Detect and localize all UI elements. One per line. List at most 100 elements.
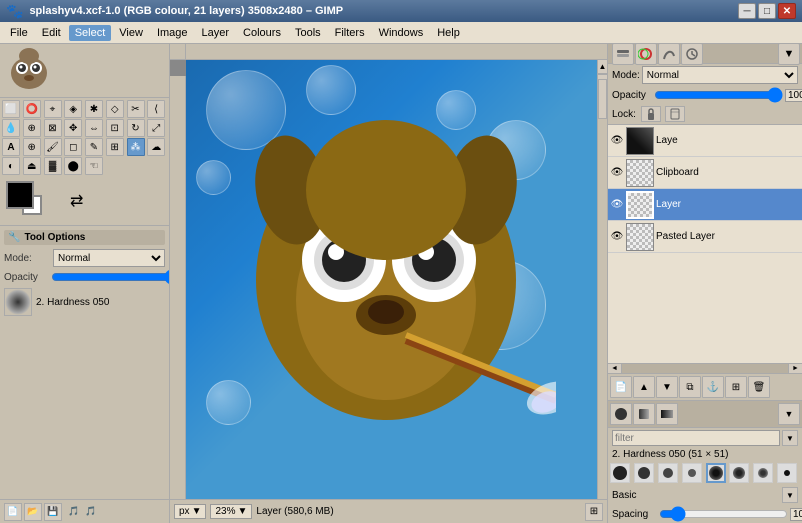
zoom-selector[interactable]: 23% ▼: [210, 504, 252, 519]
opacity-slider[interactable]: [51, 270, 170, 284]
save-image-btn[interactable]: 💾: [44, 503, 62, 521]
minimize-button[interactable]: ─: [738, 3, 756, 19]
brush-panel-icon3[interactable]: [656, 403, 678, 425]
brush-cell-7[interactable]: [753, 463, 773, 483]
layer-eye-pasted[interactable]: 👁: [610, 230, 624, 244]
tool-zoom[interactable]: ⊕: [23, 119, 41, 137]
menu-tools[interactable]: Tools: [289, 25, 327, 41]
layers-opacity-slider[interactable]: [654, 88, 783, 102]
filter-arrow[interactable]: ▼: [782, 430, 798, 446]
layer-eye-1[interactable]: 👁: [610, 134, 624, 148]
tool-scissors[interactable]: ✂: [127, 100, 145, 118]
menu-layer[interactable]: Layer: [196, 25, 236, 41]
tool-rotate[interactable]: ↻: [127, 119, 145, 137]
layers-mode-select[interactable]: Normal Multiply: [642, 66, 798, 84]
layers-scroll-track[interactable]: [622, 364, 788, 373]
lock-pixels-btn[interactable]: [641, 106, 661, 122]
tool-rect-select[interactable]: ⬜: [2, 100, 20, 118]
tool-ellipse-select[interactable]: ⭕: [23, 100, 41, 118]
layers-hscroll[interactable]: ◄ ►: [608, 363, 802, 373]
tool-smudge[interactable]: ☁: [147, 138, 165, 156]
layer-eye-clipboard[interactable]: 👁: [610, 166, 624, 180]
mode-select[interactable]: Normal Multiply Screen: [53, 249, 165, 267]
foreground-color[interactable]: [6, 181, 34, 209]
delete-layer-btn[interactable]: 🗑: [748, 376, 770, 398]
zoom-fit-btn[interactable]: ⊞: [585, 503, 603, 521]
menu-windows[interactable]: Windows: [373, 25, 430, 41]
swap-colors-btn[interactable]: ⇄: [70, 191, 83, 211]
layers-scroll-left[interactable]: ◄: [608, 364, 622, 373]
layer-item-main[interactable]: 👁 Layer: [608, 189, 802, 221]
tool-eraser[interactable]: ◻: [64, 138, 82, 156]
unit-selector[interactable]: px ▼: [174, 504, 206, 519]
lower-layer-btn[interactable]: ▼: [656, 376, 678, 398]
brush-cell-2[interactable]: [634, 463, 654, 483]
brush-filter-input[interactable]: [612, 430, 780, 446]
layers-scroll-right[interactable]: ►: [788, 364, 802, 373]
new-image-btn[interactable]: 📄: [4, 503, 22, 521]
raise-layer-btn[interactable]: ▲: [633, 376, 655, 398]
brush-cell-3[interactable]: [658, 463, 678, 483]
merge-layer-btn[interactable]: ⊞: [725, 376, 747, 398]
anchor-layer-btn[interactable]: ⚓: [702, 376, 724, 398]
panel-menu-btn[interactable]: ▼: [778, 44, 800, 65]
tool-airbrush[interactable]: ⁂: [127, 138, 145, 156]
tool-blend[interactable]: ▓: [44, 157, 62, 175]
maximize-button[interactable]: □: [758, 3, 776, 19]
tag-dropdown[interactable]: ▼: [782, 487, 798, 503]
tool-color-picker[interactable]: 💧: [2, 119, 20, 137]
menu-file[interactable]: File: [4, 25, 34, 41]
menu-edit[interactable]: Edit: [36, 25, 67, 41]
brush-cell-6[interactable]: [729, 463, 749, 483]
tool-text[interactable]: A: [2, 138, 20, 156]
new-layer-btn[interactable]: 📄: [610, 376, 632, 398]
tool-clone[interactable]: ⊕: [23, 138, 41, 156]
tool-paintbrush[interactable]: 🖌: [44, 138, 62, 156]
menu-colours[interactable]: Colours: [237, 25, 287, 41]
layer-item-1[interactable]: 👁 Laye: [608, 125, 802, 157]
tool-hand[interactable]: ☜: [85, 157, 103, 175]
tool-free-select[interactable]: ⌖: [44, 100, 62, 118]
scroll-up-btn[interactable]: ▲: [598, 60, 607, 74]
tool-bucket-fill[interactable]: ⏏: [23, 157, 41, 175]
vertical-scrollbar[interactable]: ▲ ▼: [597, 60, 607, 509]
tool-scale[interactable]: ⤢: [147, 119, 165, 137]
tool-fuzzy-select[interactable]: ✱: [85, 100, 103, 118]
brush-cell-5[interactable]: [706, 463, 726, 483]
menu-select[interactable]: Select: [69, 25, 112, 41]
tool-dodge-burn[interactable]: ◐: [2, 157, 20, 175]
tool-paths[interactable]: ⟨: [147, 100, 165, 118]
open-image-btn[interactable]: 📂: [24, 503, 42, 521]
brush-panel-icon1[interactable]: [610, 403, 632, 425]
tool-move[interactable]: ✥: [64, 119, 82, 137]
tool-foreground-select[interactable]: ◈: [64, 100, 82, 118]
menu-help[interactable]: Help: [431, 25, 466, 41]
brush-cell-8[interactable]: [777, 463, 797, 483]
menu-filters[interactable]: Filters: [329, 25, 371, 41]
vscroll-thumb[interactable]: [598, 79, 607, 119]
channels-icon-btn[interactable]: [635, 44, 657, 65]
history-icon-btn[interactable]: [681, 44, 703, 65]
layer-item-clipboard[interactable]: 👁 Clipboard: [608, 157, 802, 189]
tool-color-select[interactable]: ◇: [106, 100, 124, 118]
brush-panel-icon2[interactable]: [633, 403, 655, 425]
layer-item-pasted[interactable]: 👁 Pasted Layer: [608, 221, 802, 253]
layer-eye-main[interactable]: 👁: [610, 198, 624, 212]
duplicate-layer-btn[interactable]: ⧉: [679, 376, 701, 398]
tool-heal[interactable]: ⊞: [106, 138, 124, 156]
canvas-viewport[interactable]: [186, 60, 597, 509]
tool-crop[interactable]: ⊡: [106, 119, 124, 137]
tool-measure[interactable]: ⊠: [44, 119, 62, 137]
brush-cell-4[interactable]: [682, 463, 702, 483]
brush-panel-menu[interactable]: ▼: [778, 403, 800, 425]
lock-alpha-btn[interactable]: [665, 106, 685, 122]
layers-icon-btn[interactable]: [612, 44, 634, 65]
spacing-slider[interactable]: [659, 507, 788, 521]
menu-image[interactable]: Image: [151, 25, 194, 41]
paths-icon-btn[interactable]: [658, 44, 680, 65]
close-button[interactable]: ✕: [778, 3, 796, 19]
tool-pencil[interactable]: ✎: [85, 138, 103, 156]
tool-ink[interactable]: ⬤: [64, 157, 82, 175]
menu-view[interactable]: View: [113, 25, 149, 41]
brush-thumbnail[interactable]: [4, 288, 32, 316]
